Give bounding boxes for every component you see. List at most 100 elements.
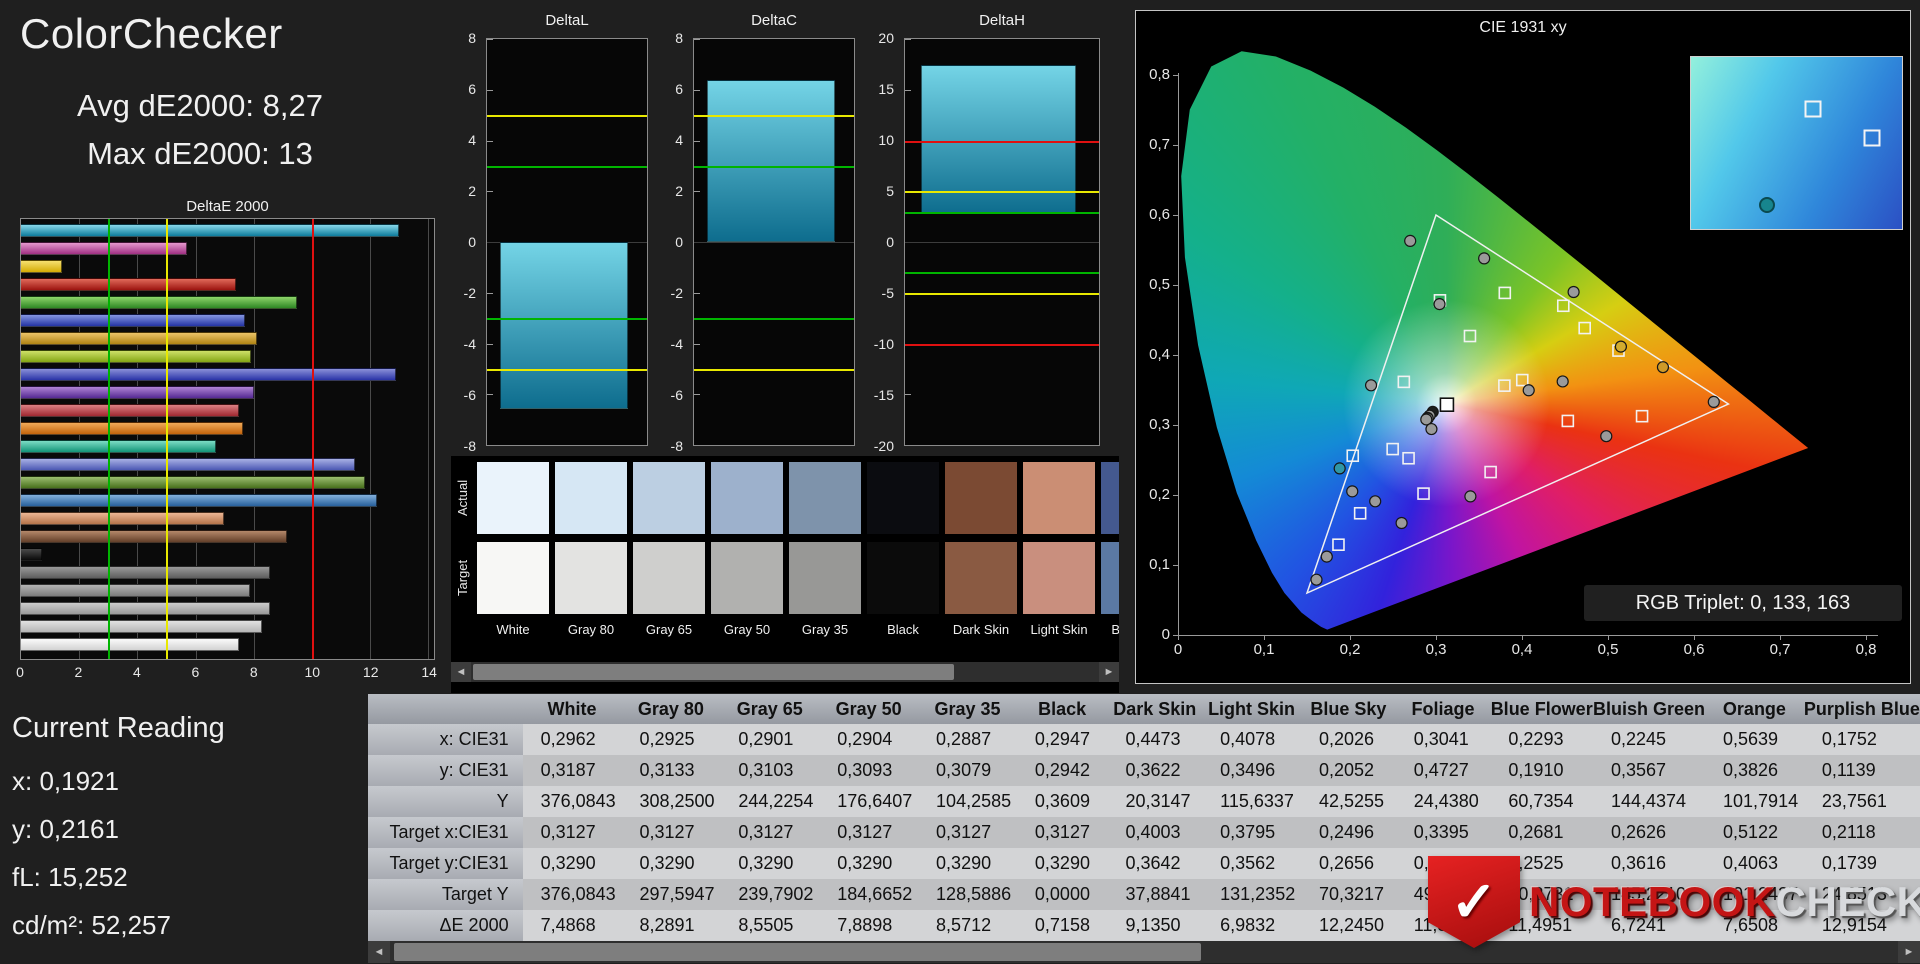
table-row-label: Y [368,786,523,817]
deltaL-tick [487,292,493,294]
table-cell: 0,4003 [1107,817,1203,848]
deltaH-tick-label: 20 [878,30,894,46]
cie-measured-dark-skin [1556,375,1569,388]
cie-target-dark-skin [1515,373,1529,387]
deltaH-tick-label: -15 [873,387,894,403]
swatch-target-gray-35 [789,542,861,614]
table-row-label: Target Y [368,879,523,910]
deltaE-x-axis-labels: 0 2 4 6 8 10 12 14 [16,664,437,684]
table-cell: 0,3496 [1202,755,1301,786]
swatch-target-gray-50 [711,542,783,614]
table-cell: 0,2681 [1490,817,1593,848]
table-cell: 8,5712 [918,910,1017,941]
deltaE-bar-blue-flower [21,458,356,471]
table-row-label: Target x:CIE31 [368,817,523,848]
table-cell: 0,2947 [1016,724,1108,755]
deltaE-bar-blue [21,314,245,327]
deltaL-chart [486,38,648,446]
table-cell: 0,2962 [522,724,622,755]
table-cell: 0,1139 [1803,755,1920,786]
scroll-left-icon[interactable]: ◄ [368,941,390,963]
cie-measured-light-skin [1522,384,1535,397]
table-cell: 24,4380 [1395,786,1491,817]
table-cell: 0,2118 [1803,817,1920,848]
avg-de2000-value: Avg dE2000: 8,27 [77,88,323,123]
wordmark-check: CHECK [1775,878,1920,925]
table-cell: 7,4868 [522,910,622,941]
deltaE-bar-purplish-blue [21,368,397,381]
deltaC-bar [706,79,835,242]
cie-measured-blue [1310,573,1323,586]
table-cell: 0,3395 [1395,817,1491,848]
deltaE-bar-chart [20,218,435,660]
table-cell: 0,3609 [1016,786,1108,817]
deltaH-tick-label: 5 [886,183,894,199]
swatch-actual-black [867,462,939,534]
deltaE-bar-bluish-green [21,440,217,453]
table-row: x: CIE31 0,2962 0,2925 0,2901 0,2904 0,2887 0,… [368,724,1920,755]
colorchecker-screen: ColorChecker Avg dE2000: 8,27 Max dE2000… [0,0,1920,964]
table-cell: 12,2450 [1301,910,1396,941]
swatch-target-black [867,542,939,614]
swatch-actual-light-skin [1023,462,1095,534]
table-cell: 0,2901 [720,724,820,755]
inset-target-square [1804,100,1822,118]
scroll-right-icon[interactable]: ► [1099,662,1119,682]
table-row: Target x:CIE31 0,3127 0,3127 0,3127 0,3127 0,… [368,817,1920,848]
deltaL-tick-label: -8 [463,438,476,454]
deltaE-ref-line [108,219,111,659]
deltaL-tick [487,89,493,91]
table-cell: 0,3127 [918,817,1017,848]
deltaL-tick-label: 0 [468,234,476,250]
cie-measured-blue-sky [1346,485,1359,498]
deltaE-bar-green [21,296,298,309]
deltaC-tick-label: 2 [675,183,683,199]
cie-target-blue-flower [1402,451,1415,465]
deltaE-bar-gray-50 [21,584,251,597]
table-cell: 0,3562 [1202,848,1301,879]
table-cell: 9,1350 [1107,910,1203,941]
table-cell: 0,3290 [720,848,820,879]
swatch-scrollbar[interactable]: ◄ ► [451,662,1119,682]
table-column-header: Purplish Blue [1803,694,1920,724]
cie-1931-panel: 0 0,1 0,2 0,3 0,4 0,5 0,6 0,7 0,8 0 0,1 0,2 0,3 0,4 0,… [1135,10,1911,684]
deltaE-x-tick-label: 12 [362,664,379,680]
deltaE-bar-magenta [21,242,187,255]
table-cell: 104,2585 [918,786,1017,817]
deltaC-ref-line [694,368,854,371]
deltaH-tick [905,394,911,396]
table-header-row: White Gray 80 Gray 65 Gray 50 Gray 35 Black Da… [368,694,1920,724]
deltaE-ref-line [311,219,314,659]
deltaL-tick [487,191,493,193]
table-cell: 0,3290 [522,848,622,879]
table-row-label: y: CIE31 [368,755,523,786]
table-cell: 0,3041 [1395,724,1491,755]
deltaC-tick [694,445,700,446]
deltaE-bar-gray-65 [21,602,270,615]
deltaL-tick [487,343,493,345]
cie-target-white [1439,397,1455,413]
swatch-scrollbar-thumb[interactable] [473,664,954,680]
table-cell: 8,2891 [621,910,721,941]
deltaC-zero-line [694,242,854,243]
srgb-gamut-triangle [1305,213,1730,595]
deltaC-tick [694,89,700,91]
deltaE-bar-light-skin [21,512,224,525]
deltaC-tick-label: 4 [675,132,683,148]
current-reading-x: x: 0,1921 [12,766,119,796]
deltaL-tick-label: -6 [463,387,476,403]
deltaE-x-tick-label: 10 [304,664,321,680]
cie-zoom-inset [1690,56,1903,230]
scroll-left-icon[interactable]: ◄ [451,662,471,682]
cie-target-purple [1417,487,1430,500]
table-column-header: Gray 35 [918,694,1017,724]
table-cell: 0,3795 [1202,817,1301,848]
table-cell: 0,3567 [1592,755,1706,786]
deltaE-bar-blue-sky [21,494,378,507]
deltaL-tick [487,394,493,396]
table-row-label: Target y:CIE31 [368,848,523,879]
table-scrollbar-thumb[interactable] [394,943,1202,961]
table-cell: 0,2496 [1301,817,1396,848]
deltaC-axis-labels: 8 6 4 2 0 -2 -4 -6 -8 [651,30,689,454]
deltaL-ref-line [487,368,647,371]
